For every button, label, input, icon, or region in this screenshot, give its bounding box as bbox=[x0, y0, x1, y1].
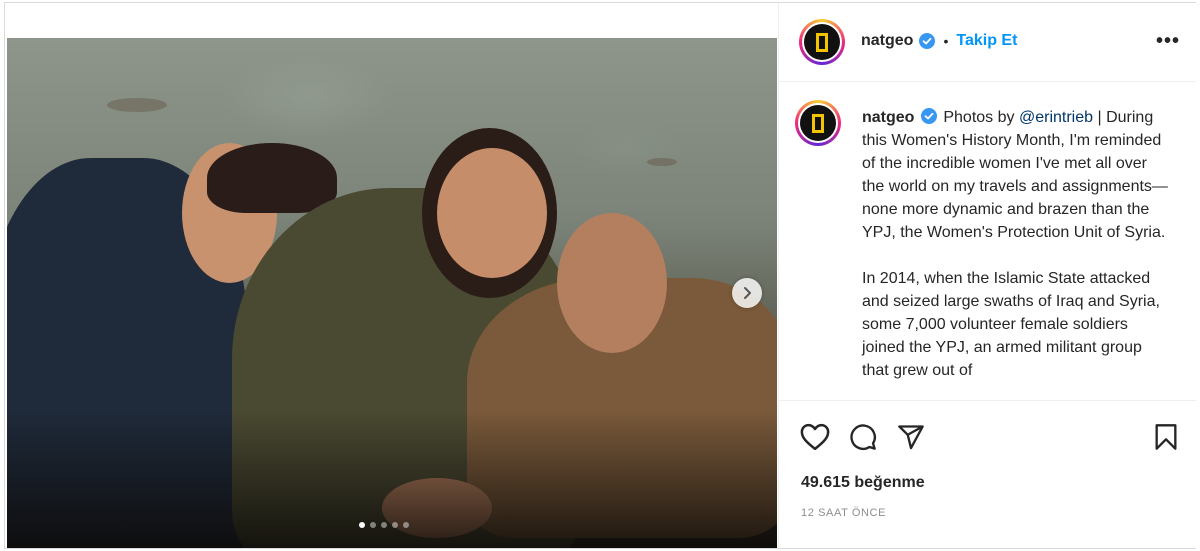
avatar[interactable] bbox=[799, 19, 845, 65]
mention-link[interactable]: @erintrieb bbox=[1019, 109, 1093, 126]
heart-icon bbox=[800, 423, 830, 451]
carousel-dot bbox=[392, 522, 398, 528]
username-link[interactable]: natgeo bbox=[861, 32, 913, 50]
share-button[interactable] bbox=[895, 421, 927, 453]
share-icon bbox=[898, 425, 924, 450]
like-button[interactable] bbox=[799, 421, 831, 453]
caption-paragraph: In 2014, when the Islamic State attacked… bbox=[862, 270, 1160, 379]
natgeo-logo bbox=[800, 105, 836, 141]
instagram-post: natgeo • Takip Et ••• natgeo Photos by @… bbox=[4, 2, 1196, 549]
verified-badge-icon bbox=[920, 108, 937, 125]
separator-dot: • bbox=[943, 33, 949, 49]
carousel-dot bbox=[359, 522, 365, 528]
carousel-indicator bbox=[359, 522, 409, 528]
post-photo[interactable] bbox=[7, 38, 777, 548]
carousel-dot bbox=[381, 522, 387, 528]
post-caption: natgeo Photos by @erintrieb | During thi… bbox=[862, 106, 1172, 400]
caption-paragraph: During this Women's History Month, I'm r… bbox=[862, 109, 1168, 241]
verified-badge-icon bbox=[919, 33, 936, 49]
follow-button[interactable]: Takip Et bbox=[956, 32, 1017, 50]
more-options-button[interactable]: ••• bbox=[1156, 31, 1180, 51]
post-media bbox=[5, 3, 778, 548]
caption-credit-suffix: | bbox=[1093, 109, 1102, 126]
caption-section: natgeo Photos by @erintrieb | During thi… bbox=[779, 82, 1196, 400]
next-slide-button[interactable] bbox=[732, 278, 762, 308]
caption-credit-prefix: Photos by bbox=[943, 109, 1015, 126]
save-button[interactable] bbox=[1150, 421, 1182, 453]
post-timestamp[interactable]: 12 SAAT ÖNCE bbox=[801, 507, 886, 519]
post-actions: 49.615 beğenme 12 SAAT ÖNCE bbox=[779, 400, 1196, 549]
natgeo-logo bbox=[804, 24, 840, 60]
caption-username-link[interactable]: natgeo bbox=[862, 109, 914, 126]
post-header: natgeo • Takip Et ••• bbox=[779, 3, 1196, 82]
like-count[interactable]: 49.615 beğenme bbox=[801, 474, 925, 492]
comment-icon bbox=[850, 424, 876, 450]
carousel-dot bbox=[370, 522, 376, 528]
bookmark-icon bbox=[1155, 424, 1177, 450]
comment-button[interactable] bbox=[847, 421, 879, 453]
chevron-right-icon bbox=[744, 287, 751, 299]
post-side-panel: natgeo • Takip Et ••• natgeo Photos by @… bbox=[778, 3, 1196, 548]
avatar[interactable] bbox=[795, 100, 841, 146]
carousel-dot bbox=[403, 522, 409, 528]
